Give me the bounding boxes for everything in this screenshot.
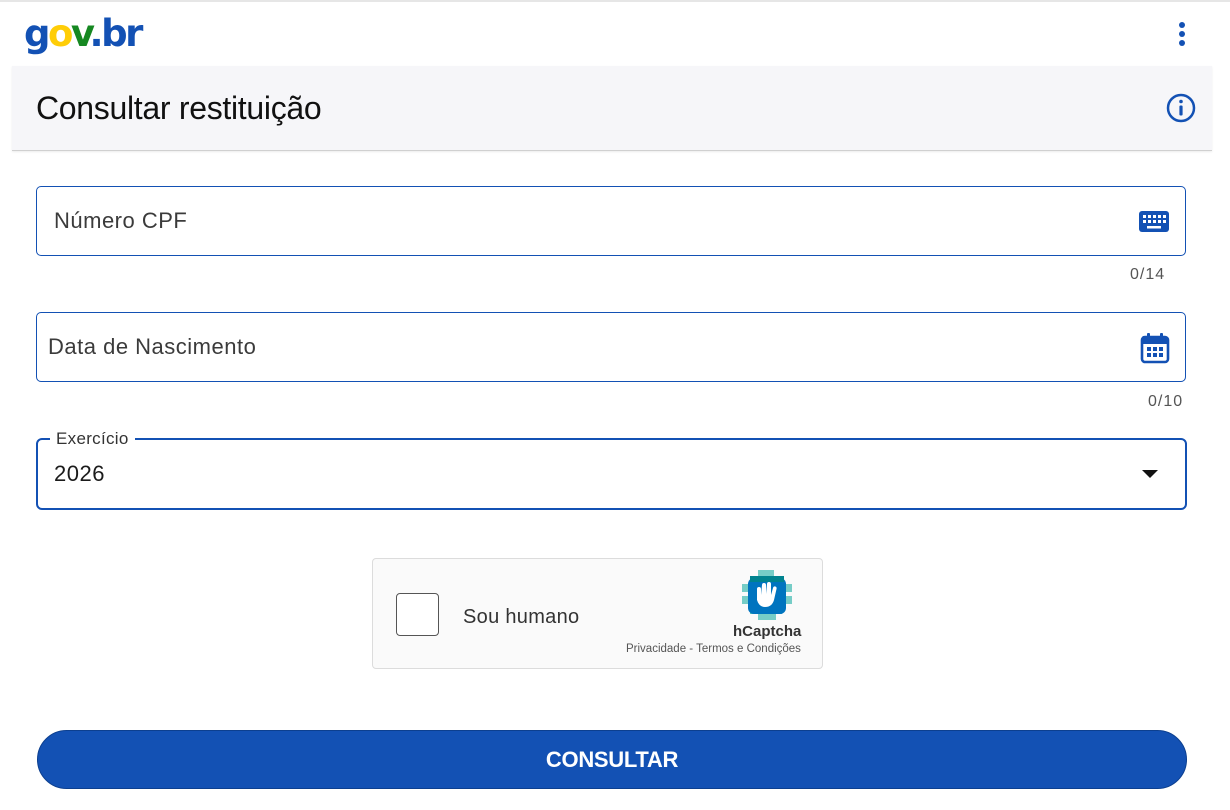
captcha-label: Sou humano [463, 606, 580, 628]
captcha-links: Privacidade - Termos e Condições [626, 643, 801, 655]
hcaptcha-logo-icon [742, 570, 792, 620]
cpf-placeholder: Número CPF [54, 208, 188, 233]
govbr-logo[interactable]: gov.br [24, 12, 143, 56]
info-circle-icon[interactable] [1166, 93, 1196, 123]
keyboard-icon[interactable] [1138, 205, 1170, 237]
captcha-checkbox[interactable] [396, 593, 439, 636]
caret-down-icon[interactable] [1142, 470, 1158, 478]
privacy-link[interactable]: Privacidade [626, 643, 686, 655]
top-divider [0, 0, 1230, 2]
exercicio-select[interactable]: Exercício 2026 [36, 429, 1187, 510]
consultar-button[interactable]: CONSULTAR [37, 730, 1187, 789]
page-header: Consultar restituição [12, 66, 1212, 151]
cpf-input[interactable]: Número CPF [36, 186, 1186, 256]
kebab-vertical-icon[interactable] [1170, 22, 1194, 50]
hcaptcha-brand: hCaptcha [733, 623, 802, 640]
exercicio-value: 2026 [54, 461, 105, 486]
birthdate-placeholder: Data de Nascimento [48, 334, 257, 359]
terms-link[interactable]: Termos e Condições [696, 643, 801, 655]
birthdate-input[interactable]: Data de Nascimento [36, 312, 1186, 382]
hcaptcha-widget: Sou humano hCaptcha Privacidade - Termos… [372, 558, 823, 669]
calendar-icon[interactable] [1140, 332, 1170, 364]
birthdate-char-counter: 0/10 [1148, 393, 1184, 410]
cpf-char-counter: 0/14 [1130, 266, 1166, 283]
page-title: Consultar restituição [36, 90, 322, 126]
